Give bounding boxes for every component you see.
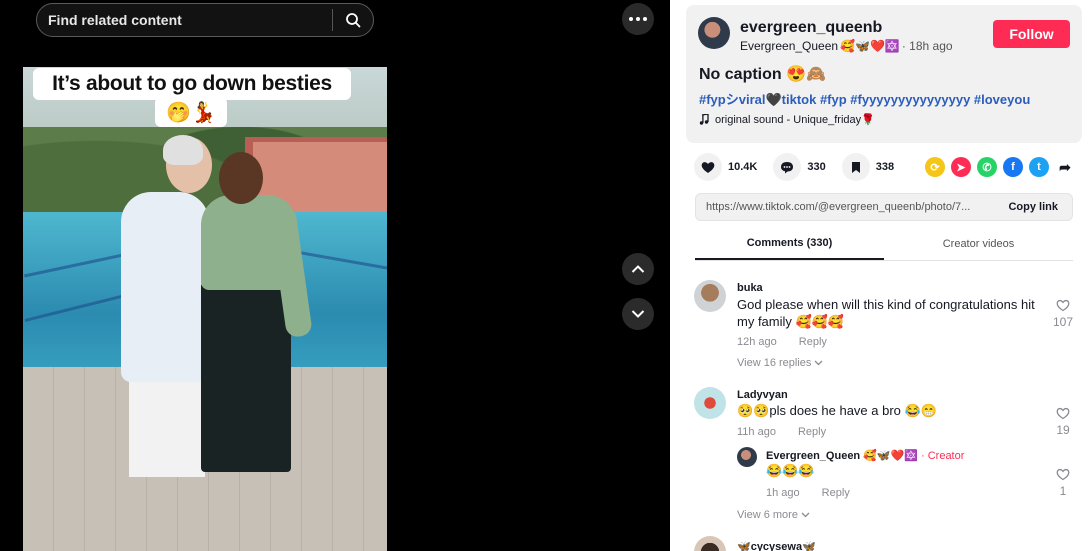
comment-username[interactable]: Ladyvyan bbox=[737, 389, 788, 401]
comment-like-count: 107 bbox=[1052, 315, 1074, 329]
comment-icon bbox=[781, 161, 794, 173]
view-more-label: View 6 more bbox=[737, 509, 798, 521]
bookmark-icon bbox=[851, 161, 860, 173]
post-stats: 10.4K 330 338 bbox=[694, 153, 910, 181]
comment-like[interactable]: 107 bbox=[1048, 299, 1078, 329]
next-button[interactable] bbox=[622, 298, 654, 330]
tab-creator-videos[interactable]: Creator videos bbox=[884, 228, 1073, 260]
comment-text: God please when will this kind of congra… bbox=[737, 297, 1035, 329]
view-replies-button[interactable]: View 16 replies bbox=[737, 357, 823, 369]
author-card: evergreen_queenb Evergreen_Queen 🥰🦋❤️🔯 ·… bbox=[686, 5, 1082, 143]
copy-link-button[interactable]: Copy link bbox=[994, 201, 1072, 213]
repost-icon[interactable]: ⟳ bbox=[925, 157, 945, 177]
comment-text: 🥺🥺pls does he have a bro 😂😁 bbox=[737, 403, 937, 418]
view-more-replies-button[interactable]: View 6 more bbox=[737, 509, 810, 521]
previous-button[interactable] bbox=[622, 253, 654, 285]
facebook-icon[interactable]: f bbox=[1003, 157, 1023, 177]
reply-text: 😂😂😂 bbox=[766, 463, 815, 478]
reply-button[interactable]: Reply bbox=[799, 336, 827, 348]
post-time: · 18h ago bbox=[901, 39, 953, 53]
comment-time: 12h ago bbox=[737, 336, 777, 348]
search-input[interactable] bbox=[37, 12, 332, 28]
post-hashtags[interactable]: #fypシviral🖤tiktok #fyp #fyyyyyyyyyyyyyyy… bbox=[699, 89, 1030, 108]
chevron-down-icon bbox=[801, 512, 810, 518]
follow-button[interactable]: Follow bbox=[993, 20, 1070, 48]
chevron-down-icon bbox=[815, 360, 823, 366]
post-photo bbox=[23, 67, 387, 551]
reply-button[interactable]: Reply bbox=[798, 426, 826, 438]
video-viewer: It’s about to go down besties 🤭💃 bbox=[0, 0, 670, 551]
post-url: https://www.tiktok.com/@evergreen_queenb… bbox=[706, 201, 971, 213]
reply-button[interactable]: Reply bbox=[822, 487, 850, 499]
details-panel: evergreen_queenb Evergreen_Queen 🥰🦋❤️🔯 ·… bbox=[670, 0, 1088, 551]
avatar[interactable] bbox=[694, 536, 726, 551]
sound-name: original sound - Unique_friday🌹 bbox=[715, 114, 875, 126]
like-count: 10.4K bbox=[728, 161, 758, 173]
image-caption-line2: 🤭💃 bbox=[155, 97, 227, 127]
save-count: 338 bbox=[875, 161, 895, 173]
comment-count: 330 bbox=[807, 161, 826, 173]
search-button[interactable] bbox=[333, 3, 373, 37]
chevron-up-icon bbox=[631, 265, 645, 273]
reply-like-count: 1 bbox=[1059, 484, 1067, 498]
comment-meta: 11h ago Reply bbox=[737, 426, 848, 438]
post-sound[interactable]: original sound - Unique_friday🌹 bbox=[699, 113, 875, 126]
author-username[interactable]: evergreen_queenb bbox=[740, 19, 882, 37]
search-icon bbox=[346, 13, 361, 28]
comment-like[interactable]: 19 bbox=[1048, 407, 1078, 437]
comment-time: 11h ago bbox=[737, 426, 776, 438]
copy-link-box: https://www.tiktok.com/@evergreen_queenb… bbox=[695, 193, 1073, 221]
view-replies-label: View 16 replies bbox=[737, 357, 812, 369]
save-stat[interactable]: 338 bbox=[841, 153, 895, 181]
avatar[interactable] bbox=[694, 280, 726, 312]
reply-like[interactable]: 1 bbox=[1048, 468, 1078, 498]
heart-outline-icon bbox=[1056, 468, 1070, 481]
author-emojis: 🥰🦋❤️🔯 bbox=[840, 39, 900, 53]
heart-outline-icon bbox=[1056, 299, 1070, 312]
creator-badge: · Creator bbox=[921, 449, 965, 462]
reply-meta: 1h ago Reply bbox=[766, 487, 872, 499]
whatsapp-icon[interactable]: ✆ bbox=[977, 157, 997, 177]
avatar[interactable] bbox=[694, 387, 726, 419]
image-caption-line1: It’s about to go down besties bbox=[33, 68, 351, 100]
comment-stat[interactable]: 330 bbox=[773, 153, 826, 181]
author-avatar[interactable] bbox=[698, 17, 730, 49]
twitter-icon[interactable]: t bbox=[1029, 157, 1049, 177]
post-caption: No caption 😍🙈 bbox=[699, 66, 826, 83]
comment-like-count: 19 bbox=[1056, 423, 1070, 437]
author-subline: Evergreen_Queen 🥰🦋❤️🔯 · 18h ago bbox=[740, 39, 953, 53]
comment-username[interactable]: 🦋cycysewa🦋 bbox=[737, 540, 816, 551]
music-note-icon bbox=[699, 114, 709, 125]
share-icons: ⟳ ➤ ✆ f t ➦ bbox=[925, 157, 1075, 177]
author-display-name: Evergreen_Queen bbox=[740, 39, 839, 53]
more-options-button[interactable] bbox=[622, 3, 654, 35]
panel-tabs: Comments (330) Creator videos bbox=[695, 228, 1073, 261]
heart-outline-icon bbox=[1056, 407, 1070, 420]
like-stat[interactable]: 10.4K bbox=[694, 153, 757, 181]
share-arrow-icon[interactable]: ➦ bbox=[1055, 157, 1075, 177]
avatar[interactable] bbox=[737, 447, 757, 467]
comment-meta: 12h ago Reply bbox=[737, 336, 849, 348]
reply-username-label: Evergreen_Queen 🥰🦋❤️🔯 bbox=[766, 450, 918, 462]
search-bar bbox=[36, 3, 374, 37]
reply-username[interactable]: Evergreen_Queen 🥰🦋❤️🔯 · Creator bbox=[766, 449, 965, 463]
heart-icon bbox=[701, 161, 715, 173]
chevron-down-icon bbox=[631, 310, 645, 318]
comment-username[interactable]: buka bbox=[737, 282, 763, 294]
send-icon[interactable]: ➤ bbox=[951, 157, 971, 177]
tab-comments[interactable]: Comments (330) bbox=[695, 228, 884, 260]
reply-time: 1h ago bbox=[766, 487, 800, 499]
